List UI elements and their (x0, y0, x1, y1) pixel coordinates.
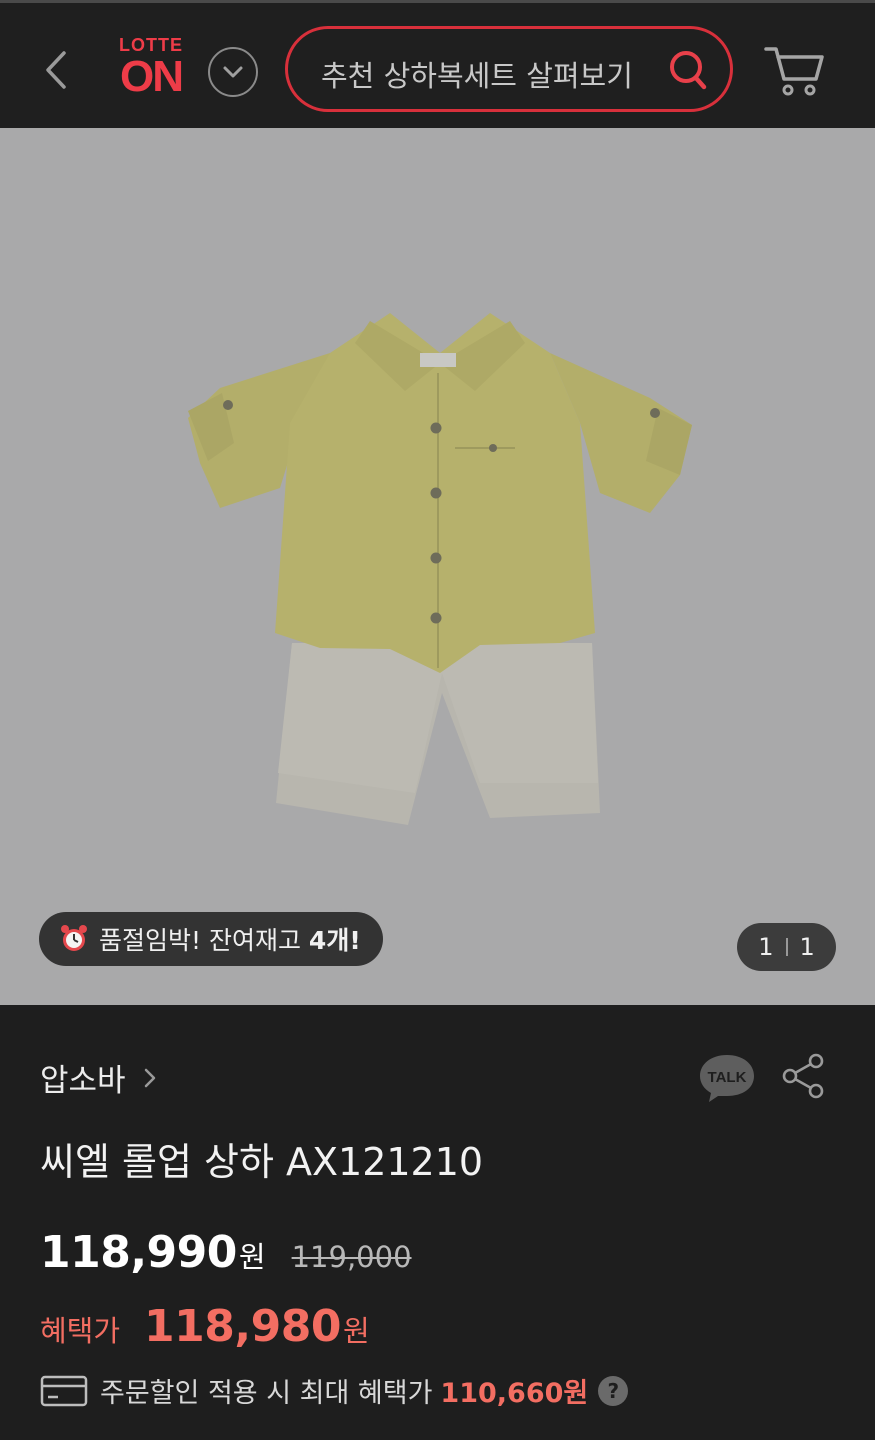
search-input[interactable]: 추천 상하복세트 살펴보기 (321, 53, 661, 95)
sale-price-unit: 원 (238, 1240, 266, 1274)
low-stock-badge: 품절임박! 잔여재고 4개! (39, 912, 383, 966)
logo-main-text: ON (120, 52, 184, 101)
max-benefit-text: 주문할인 적용 시 최대 혜택가 (100, 1378, 433, 1409)
product-image (188, 313, 692, 825)
talk-label: TALK (708, 1069, 747, 1086)
chevron-down-icon (223, 66, 243, 78)
max-benefit-row[interactable]: 주문할인 적용 시 최대 혜택가 110,660원 ? (40, 1371, 629, 1410)
cart-icon (764, 47, 824, 96)
product-info: 압소바 TALK 씨엘 롤업 상하 AX121210 118,990 원 119… (0, 1005, 875, 1440)
stock-text: 품절임박! 잔여재고 4개! (99, 921, 361, 957)
cart-button[interactable] (762, 43, 826, 99)
page-separator (785, 938, 788, 956)
talk-icon[interactable]: TALK (698, 1051, 756, 1103)
brand-link[interactable]: 압소바 (40, 1055, 158, 1100)
product-title: 씨엘 롤업 상하 AX121210 (40, 1140, 484, 1184)
lotte-on-logo[interactable]: LOTTE ON (112, 35, 190, 105)
brand-name: 압소바 (40, 1063, 126, 1099)
stock-prefix: 품절임박! 잔여재고 (99, 926, 309, 955)
chevron-right-icon (144, 1068, 155, 1087)
category-dropdown-button[interactable] (208, 47, 258, 97)
benefit-price-unit: 원 (342, 1314, 370, 1348)
top-app-bar: LOTTE ON 추천 상하복세트 살펴보기 (0, 0, 875, 128)
product-image-gallery[interactable]: 품절임박! 잔여재고 4개! 1 1 (0, 128, 875, 1005)
sale-price: 118,990 (40, 1227, 237, 1278)
credit-card-icon (40, 1375, 88, 1406)
benefit-label: 혜택가 (40, 1314, 121, 1348)
search-bar[interactable]: 추천 상하복세트 살펴보기 (285, 26, 733, 112)
back-button[interactable] (38, 45, 78, 95)
current-page: 1 (758, 933, 774, 961)
search-icon[interactable] (668, 49, 708, 91)
benefit-price-row: 혜택가 118,980 원 (40, 1301, 370, 1352)
benefit-price: 118,980 (144, 1301, 341, 1352)
share-icon[interactable] (782, 1053, 826, 1099)
total-pages: 1 (799, 933, 815, 961)
max-benefit-price: 110,660원 (440, 1378, 589, 1409)
price-row: 118,990 원 119,000 (40, 1227, 412, 1278)
image-page-indicator: 1 1 (737, 923, 836, 971)
help-icon[interactable]: ? (598, 1375, 629, 1406)
stock-count: 4개! (308, 926, 361, 955)
alarm-clock-icon (61, 925, 87, 951)
original-price: 119,000 (291, 1240, 412, 1274)
back-arrow-icon (46, 51, 66, 89)
